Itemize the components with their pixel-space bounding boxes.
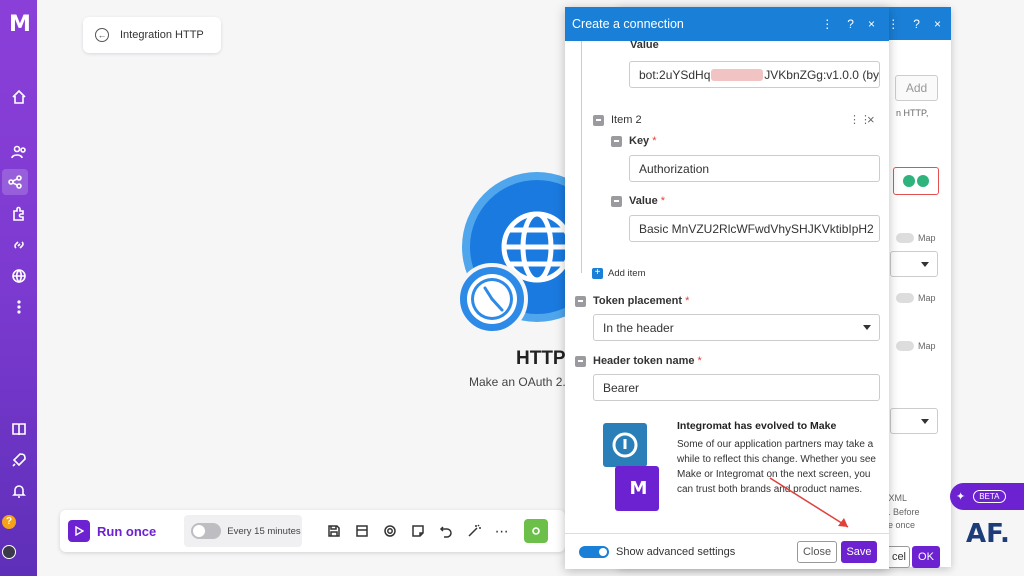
book-icon[interactable] [0,416,37,442]
save-button[interactable]: Save [841,540,877,563]
value-label: Value [630,41,659,51]
ok-button[interactable]: OK [912,546,940,568]
help-icon[interactable]: ? [847,17,854,31]
advanced-settings-toggle[interactable] [579,545,609,558]
map-toggle[interactable]: Map [896,341,936,351]
close-icon[interactable]: × [868,17,875,31]
breadcrumb: ← Integration HTTP [83,17,221,53]
item-group-line [581,41,582,273]
undo-icon[interactable] [432,517,460,545]
bell-icon[interactable] [0,478,37,504]
puzzle-icon[interactable] [0,201,37,227]
beta-badge[interactable]: ✦ BETA [950,483,1024,510]
more-horizontal-icon[interactable]: ⋯ [488,523,516,540]
item1-value-input[interactable]: bot:2uYSdHq JVKbnZGg:v1.0.0 (by [629,61,880,88]
link-icon[interactable] [0,232,37,258]
dialog-body: Value bot:2uYSdHq JVKbnZGg:v1.0.0 (by Ite… [565,41,889,533]
header-token-collapse-icon[interactable] [575,356,586,367]
annotation-arrow [769,477,849,528]
chevron-down-icon [863,325,871,330]
map-toggle[interactable]: Map [896,233,936,243]
make-logo[interactable]: M [0,12,37,40]
home-icon[interactable] [0,84,37,110]
more-vertical-icon[interactable]: ⋮ [887,17,899,31]
more-vertical-icon[interactable]: ⋮ [821,17,833,31]
status-icon [917,175,929,187]
rocket-icon[interactable] [0,447,37,473]
help-icon[interactable]: ? [2,515,16,529]
gear-icon[interactable] [376,517,404,545]
team-icon[interactable] [0,139,37,165]
close-icon[interactable]: × [934,17,941,31]
module-subtitle: Make an OAuth 2.0 [469,375,566,389]
notice-title: Integromat has evolved to Make [677,420,837,432]
scenario-title[interactable]: Integration HTTP [120,29,204,41]
help-icon[interactable]: ? [913,17,920,31]
avatar[interactable] [2,545,16,559]
schedule-toggle[interactable]: Every 15 minutes [184,515,303,547]
select-field[interactable] [890,251,938,277]
layout-icon[interactable] [348,517,376,545]
beta-label: BETA [973,490,1006,503]
token-placement-collapse-icon[interactable] [575,296,586,307]
sparkle-icon: ✦ [956,491,966,503]
status-icon [903,175,915,187]
dialog-title: Create a connection [572,17,684,31]
header-token-input[interactable]: Bearer [593,374,880,401]
item2-label: Item 2 [611,114,642,126]
run-once-button[interactable]: Run once [68,516,156,546]
advanced-settings-label: Show advanced settings [616,545,736,558]
add-button[interactable]: Add [895,75,938,101]
hint-text: n HTTP, [896,108,929,118]
note-icon[interactable] [404,517,432,545]
add-item-button[interactable]: + Add item [592,268,646,279]
module-title: HTTP [516,348,566,369]
schedule-switch[interactable] [191,523,222,539]
token-placement-select[interactable]: In the header [593,314,880,341]
key-label: Key * [629,135,657,147]
header-token-label: Header token name * [593,355,702,367]
play-icon [68,520,90,542]
remove-item-icon[interactable]: × [867,112,875,127]
clock-icon[interactable] [456,263,528,335]
close-button[interactable]: Close [797,540,837,563]
run-once-label: Run once [97,523,157,539]
token-placement-label: Token placement * [593,295,690,307]
watermark-logo: AF. [966,519,1010,549]
left-sidebar: M ? [0,0,37,576]
dialog-header: Create a connection ⋮ ? × [565,7,889,41]
key-input[interactable]: Authorization [629,155,880,182]
make-logo: M [615,466,659,511]
bottom-toolbar: Run once Every 15 minutes ⋯ [60,510,565,552]
more-vertical-icon[interactable] [0,294,37,320]
select-field[interactable] [890,408,938,434]
magic-wand-icon[interactable] [460,517,488,545]
back-arrow-icon[interactable]: ← [95,28,109,42]
save-icon[interactable] [320,517,348,545]
map-toggle[interactable]: Map [896,293,936,303]
value-input[interactable]: Basic MnVZU2RlcWFwdVhySHJKVktibIpH2 [629,215,880,242]
item2-collapse-icon[interactable] [593,115,604,126]
value-field-label: Value * [629,195,666,207]
globe-icon[interactable] [0,263,37,289]
key-collapse-icon[interactable] [611,136,622,147]
dialog-footer: Show advanced settings Close Save [565,533,889,569]
value-collapse-icon[interactable] [611,196,622,207]
integromat-logo [603,423,647,467]
schedule-label: Every 15 minutes [227,525,301,537]
share-icon[interactable] [2,169,28,195]
connection-badge[interactable] [893,167,939,195]
plus-icon: + [592,268,603,279]
tools-icon[interactable] [524,519,549,543]
